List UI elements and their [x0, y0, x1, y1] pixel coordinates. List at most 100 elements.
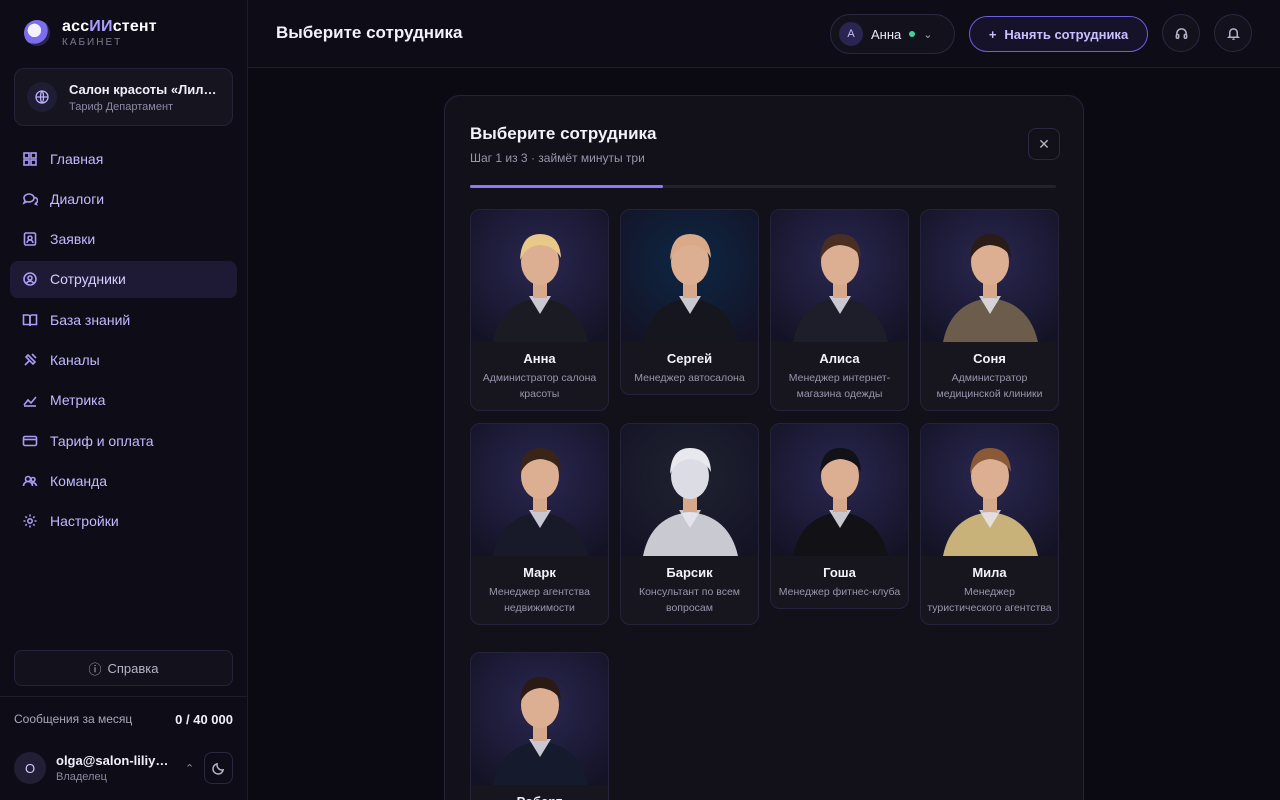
employee-photo — [471, 424, 608, 556]
headset-icon — [1175, 27, 1187, 39]
employee-name: Барсик — [666, 565, 713, 580]
sidebar-item-2[interactable]: Заявки — [10, 221, 237, 258]
theme-toggle-button[interactable] — [204, 752, 233, 784]
sidebar-item-1[interactable]: Диалоги — [10, 180, 237, 217]
book-icon — [22, 312, 38, 328]
employee-name: Соня — [973, 351, 1006, 366]
brand[interactable]: ассИИстент КАБИНЕТ — [24, 18, 157, 48]
help-label: Справка — [107, 660, 159, 676]
sidebar-item-label: Тариф и оплата — [50, 432, 154, 449]
sidebar-item-label: Сотрудники — [50, 271, 126, 288]
employee-card[interactable]: Анна Администратор салона красоты — [470, 209, 609, 411]
employee-card[interactable]: Мила Менеджер туристического агентства — [920, 423, 1059, 625]
sidebar-item-9[interactable]: Настройки — [10, 503, 237, 540]
employee-photo-frame — [471, 424, 608, 556]
employee-role: Администратор салона красоты — [482, 372, 597, 400]
help-button[interactable]: ⓘ Справка — [14, 650, 233, 686]
employee-photo-frame — [471, 210, 608, 342]
hire-label: Нанять сотрудника — [1004, 26, 1129, 42]
info-icon: ⓘ — [88, 661, 102, 677]
employee-photo — [771, 210, 908, 342]
agent-avatar: А — [839, 22, 863, 46]
employee-name: Алиса — [819, 351, 860, 366]
employee-photo — [771, 424, 908, 556]
sidebar-item-label: Метрика — [50, 392, 106, 409]
agent-selector[interactable]: А Анна ⌄ — [830, 14, 955, 54]
online-status-dot — [909, 31, 916, 37]
sidebar-item-label: Диалоги — [50, 190, 105, 207]
employee-role: Менеджер автосалона — [634, 372, 745, 384]
employee-name: Марк — [523, 565, 556, 580]
sidebar-item-3[interactable]: Сотрудники — [10, 260, 237, 298]
sidebar-item-8[interactable]: Команда — [10, 462, 237, 499]
team-icon — [22, 473, 38, 489]
select-employee-modal: Выберите сотрудника Шаг 1 из 3 · займёт … — [444, 95, 1084, 800]
employee-name: Роберт — [471, 794, 608, 800]
sidebar-item-label: Заявки — [50, 231, 96, 248]
workspace-switcher[interactable]: Салон красоты «Лилия» Тариф Департамент — [14, 68, 233, 126]
sidebar-item-0[interactable]: Главная — [10, 140, 237, 177]
notifications-button[interactable] — [1214, 14, 1252, 52]
employee-role: Администратор медицинской клиники — [936, 372, 1043, 400]
employee-card[interactable]: Гоша Менеджер фитнес-клуба — [770, 423, 909, 609]
step-progress-fill — [470, 185, 664, 188]
usage-value: 0 / 40 000 — [175, 712, 233, 727]
brand-name: ассИИстент — [62, 18, 157, 35]
sidebar-item-4[interactable]: База знаний — [10, 301, 237, 338]
employee-role: Менеджер интернет-магазина одежды — [788, 372, 891, 400]
workspace-plan: Тариф Департамент — [69, 100, 174, 113]
brand-subtitle: КАБИНЕТ — [62, 37, 123, 48]
employee-photo-frame — [771, 424, 908, 556]
sidebar-item-label: Команда — [50, 472, 108, 489]
page-title: Выберите сотрудника — [276, 23, 463, 42]
moon-icon — [212, 762, 225, 775]
employee-photo — [621, 210, 758, 342]
employee-photo-frame — [621, 210, 758, 342]
close-icon: ✕ — [1038, 135, 1050, 152]
employee-card[interactable]: Барсик Консультант по всем вопросам — [620, 423, 759, 625]
employee-card[interactable]: Марк Менеджер агентства недвижимости — [470, 423, 609, 625]
employee-role: Менеджер туристического агентства — [927, 586, 1052, 614]
employee-photo-frame — [921, 424, 1058, 556]
usage-summary: Сообщения за месяц 0 / 40 000 — [14, 712, 233, 727]
card-icon — [22, 433, 38, 449]
close-button[interactable]: ✕ — [1028, 128, 1060, 160]
modal-subtitle: Шаг 1 из 3 · займёт минуты три — [470, 151, 645, 165]
employee-photo — [921, 210, 1058, 342]
employee-card[interactable]: Алиса Менеджер интернет-магазина одежды — [770, 209, 909, 411]
employee-card[interactable]: Соня Администратор медицинской клиники — [920, 209, 1059, 411]
chat-icon — [22, 191, 38, 207]
sidebar-item-5[interactable]: Каналы — [10, 341, 237, 378]
agent-name: Анна — [871, 26, 902, 42]
chevron-up-icon[interactable]: ⌃ — [185, 762, 194, 775]
sidebar-item-6[interactable]: Метрика — [10, 382, 237, 419]
user-menu[interactable]: O olga@salon-liliya.ru Владелец ⌃ — [14, 750, 233, 786]
employee-role: Менеджер фитнес-клуба — [778, 586, 901, 598]
employee-card[interactable]: Сергей Менеджер автосалона — [620, 209, 759, 395]
user-circle-icon — [22, 271, 38, 287]
plus-icon: + — [988, 26, 997, 42]
satellite-icon — [22, 352, 38, 368]
employee-photo-frame — [621, 424, 758, 556]
employee-photo — [471, 210, 608, 342]
globe-icon — [27, 82, 57, 112]
grid-icon — [22, 151, 38, 167]
employee-photo — [921, 424, 1058, 556]
sidebar-item-label: Каналы — [50, 351, 100, 368]
gear-icon — [22, 513, 38, 529]
request-icon — [22, 231, 38, 247]
employee-card[interactable]: Роберт — [470, 652, 609, 800]
sidebar-item-label: Настройки — [50, 513, 119, 530]
support-button[interactable] — [1162, 14, 1200, 52]
sidebar-item-label: База знаний — [50, 311, 131, 328]
divider — [0, 696, 248, 697]
employee-name: Мила — [972, 565, 1007, 580]
hire-employee-button[interactable]: + Нанять сотрудника — [969, 16, 1148, 52]
sidebar-item-7[interactable]: Тариф и оплата — [10, 422, 237, 459]
usage-label: Сообщения за месяц — [14, 712, 133, 726]
user-role: Владелец — [56, 771, 107, 783]
employee-role: Менеджер агентства недвижимости — [489, 586, 590, 614]
employee-role: Консультант по всем вопросам — [638, 586, 741, 614]
step-progress-bar — [470, 185, 1056, 188]
workspace-name: Салон красоты «Лилия» — [69, 81, 224, 97]
